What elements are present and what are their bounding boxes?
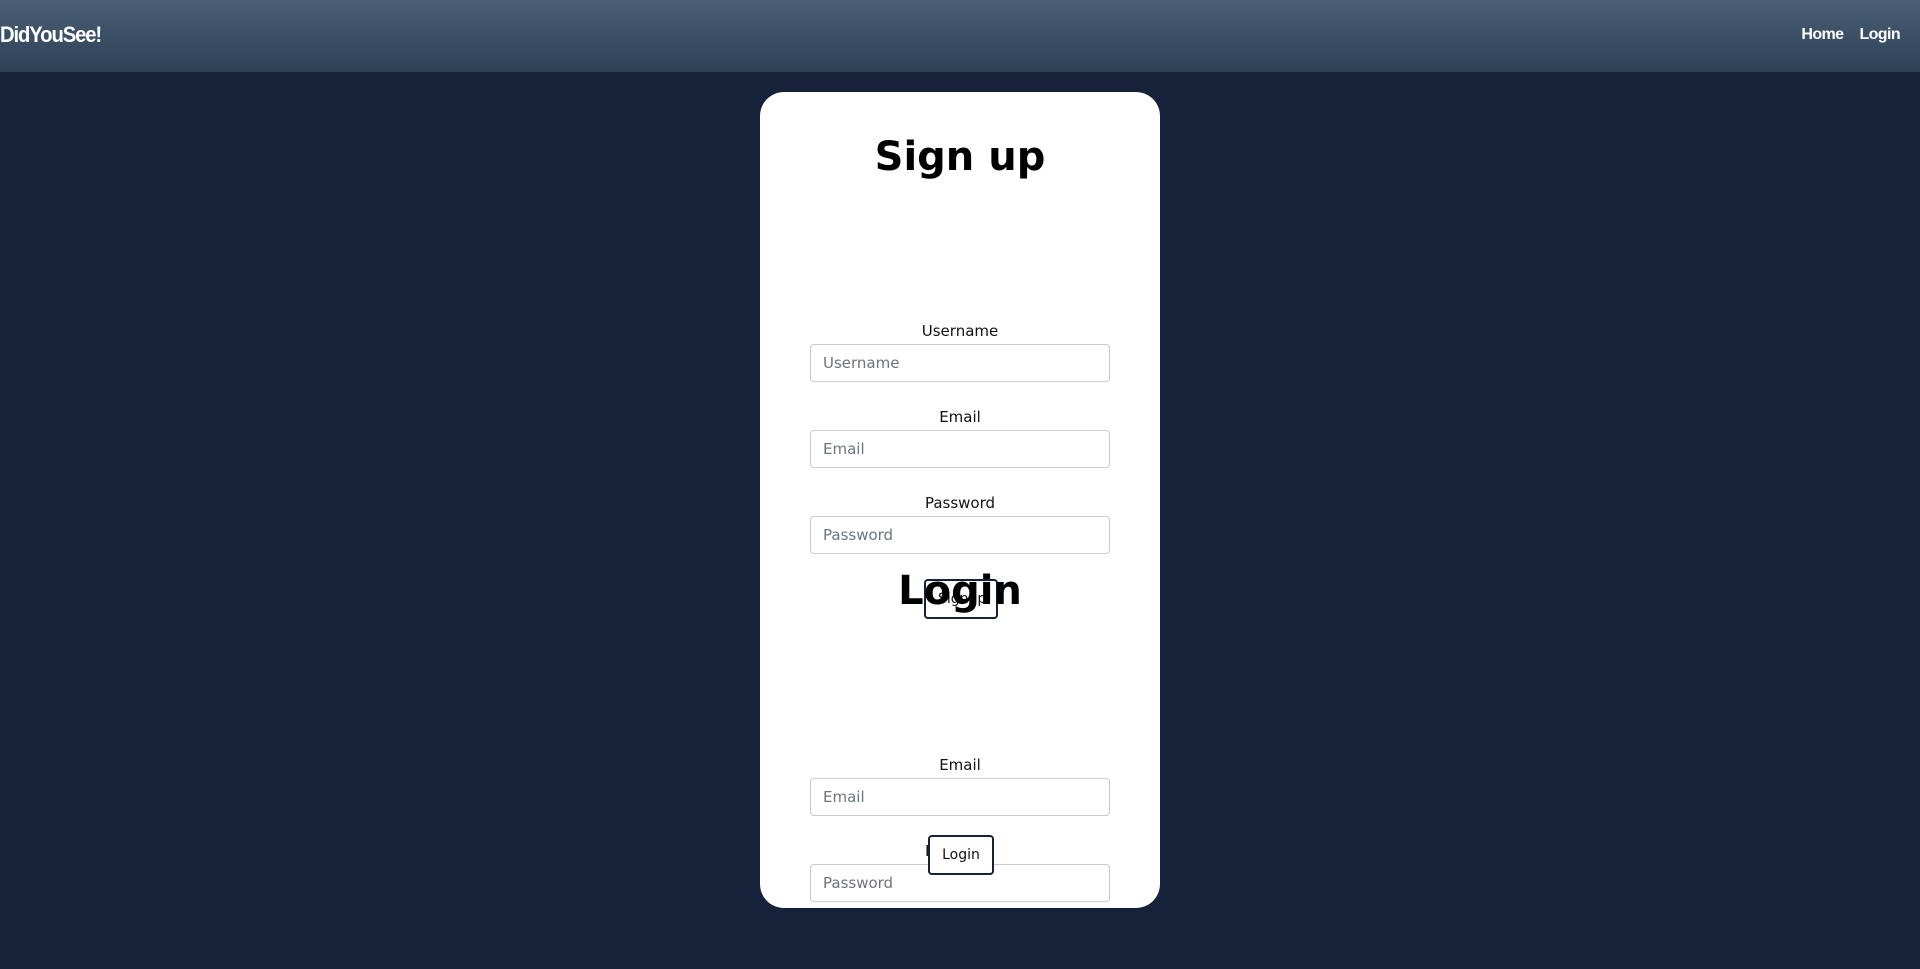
nav-links: Home Login — [1801, 26, 1900, 44]
signup-password-label: Password — [924, 494, 996, 512]
auth-card: Sign up Username Email Password Signup L… — [760, 92, 1160, 908]
signup-password-input[interactable] — [810, 516, 1110, 554]
signup-username-label: Username — [921, 322, 999, 340]
signup-username-input[interactable] — [810, 344, 1110, 382]
signup-email-label: Email — [939, 408, 981, 426]
login-email-label: Email — [939, 756, 981, 774]
login-email-input[interactable] — [810, 778, 1110, 816]
nav-link-login[interactable]: Login — [1859, 26, 1900, 44]
signup-title: Sign up — [874, 134, 1046, 180]
brand-logo[interactable]: DidYouSee! — [0, 22, 102, 48]
signup-email-input[interactable] — [810, 430, 1110, 468]
top-navbar: DidYouSee! Home Login — [0, 0, 1920, 72]
nav-link-home[interactable]: Home — [1801, 26, 1844, 44]
login-button[interactable]: Login — [928, 835, 994, 875]
login-title: Login — [898, 568, 1022, 614]
